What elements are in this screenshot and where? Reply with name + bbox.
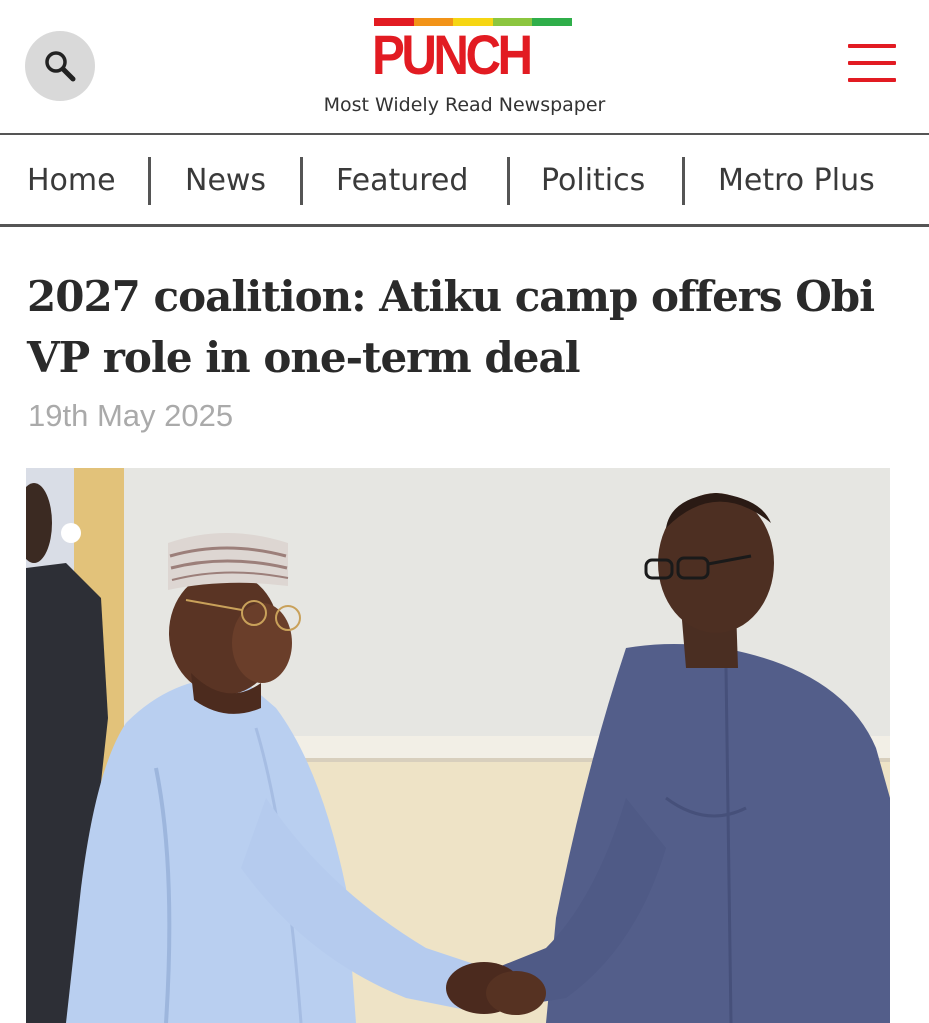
nav-separator [300,157,303,205]
nav-separator [682,157,685,205]
nav-separator [507,157,510,205]
nav-item-metro-plus[interactable]: Metro Plus [718,135,875,225]
nav-item-politics[interactable]: Politics [541,135,645,225]
article-headline: 2027 coalition: Atiku camp offers Obi VP… [27,272,875,382]
menu-button[interactable] [848,44,896,88]
site-tagline: Most Widely Read Newspaper [323,94,606,116]
logo-stripe [532,18,572,26]
search-button[interactable] [25,31,95,101]
site-header: PUNCH Most Widely Read Newspaper [0,0,929,134]
logo-wordmark: PUNCH [372,23,533,86]
handshake-photo-illustration [26,468,890,1023]
nav-separator [148,157,151,205]
nav-divider [0,224,929,227]
punch-logo[interactable]: PUNCH [372,18,574,86]
article-photo[interactable] [26,468,890,1023]
nav-item-featured[interactable]: Featured [336,135,468,225]
search-icon [45,51,76,82]
nav-item-news[interactable]: News [185,135,266,225]
article-date: 19th May 2025 [28,398,234,433]
nav-item-home[interactable]: Home [27,135,116,225]
hamburger-menu-icon [848,44,896,82]
main-nav: Home News Featured Politics Metro Plus [0,135,929,225]
